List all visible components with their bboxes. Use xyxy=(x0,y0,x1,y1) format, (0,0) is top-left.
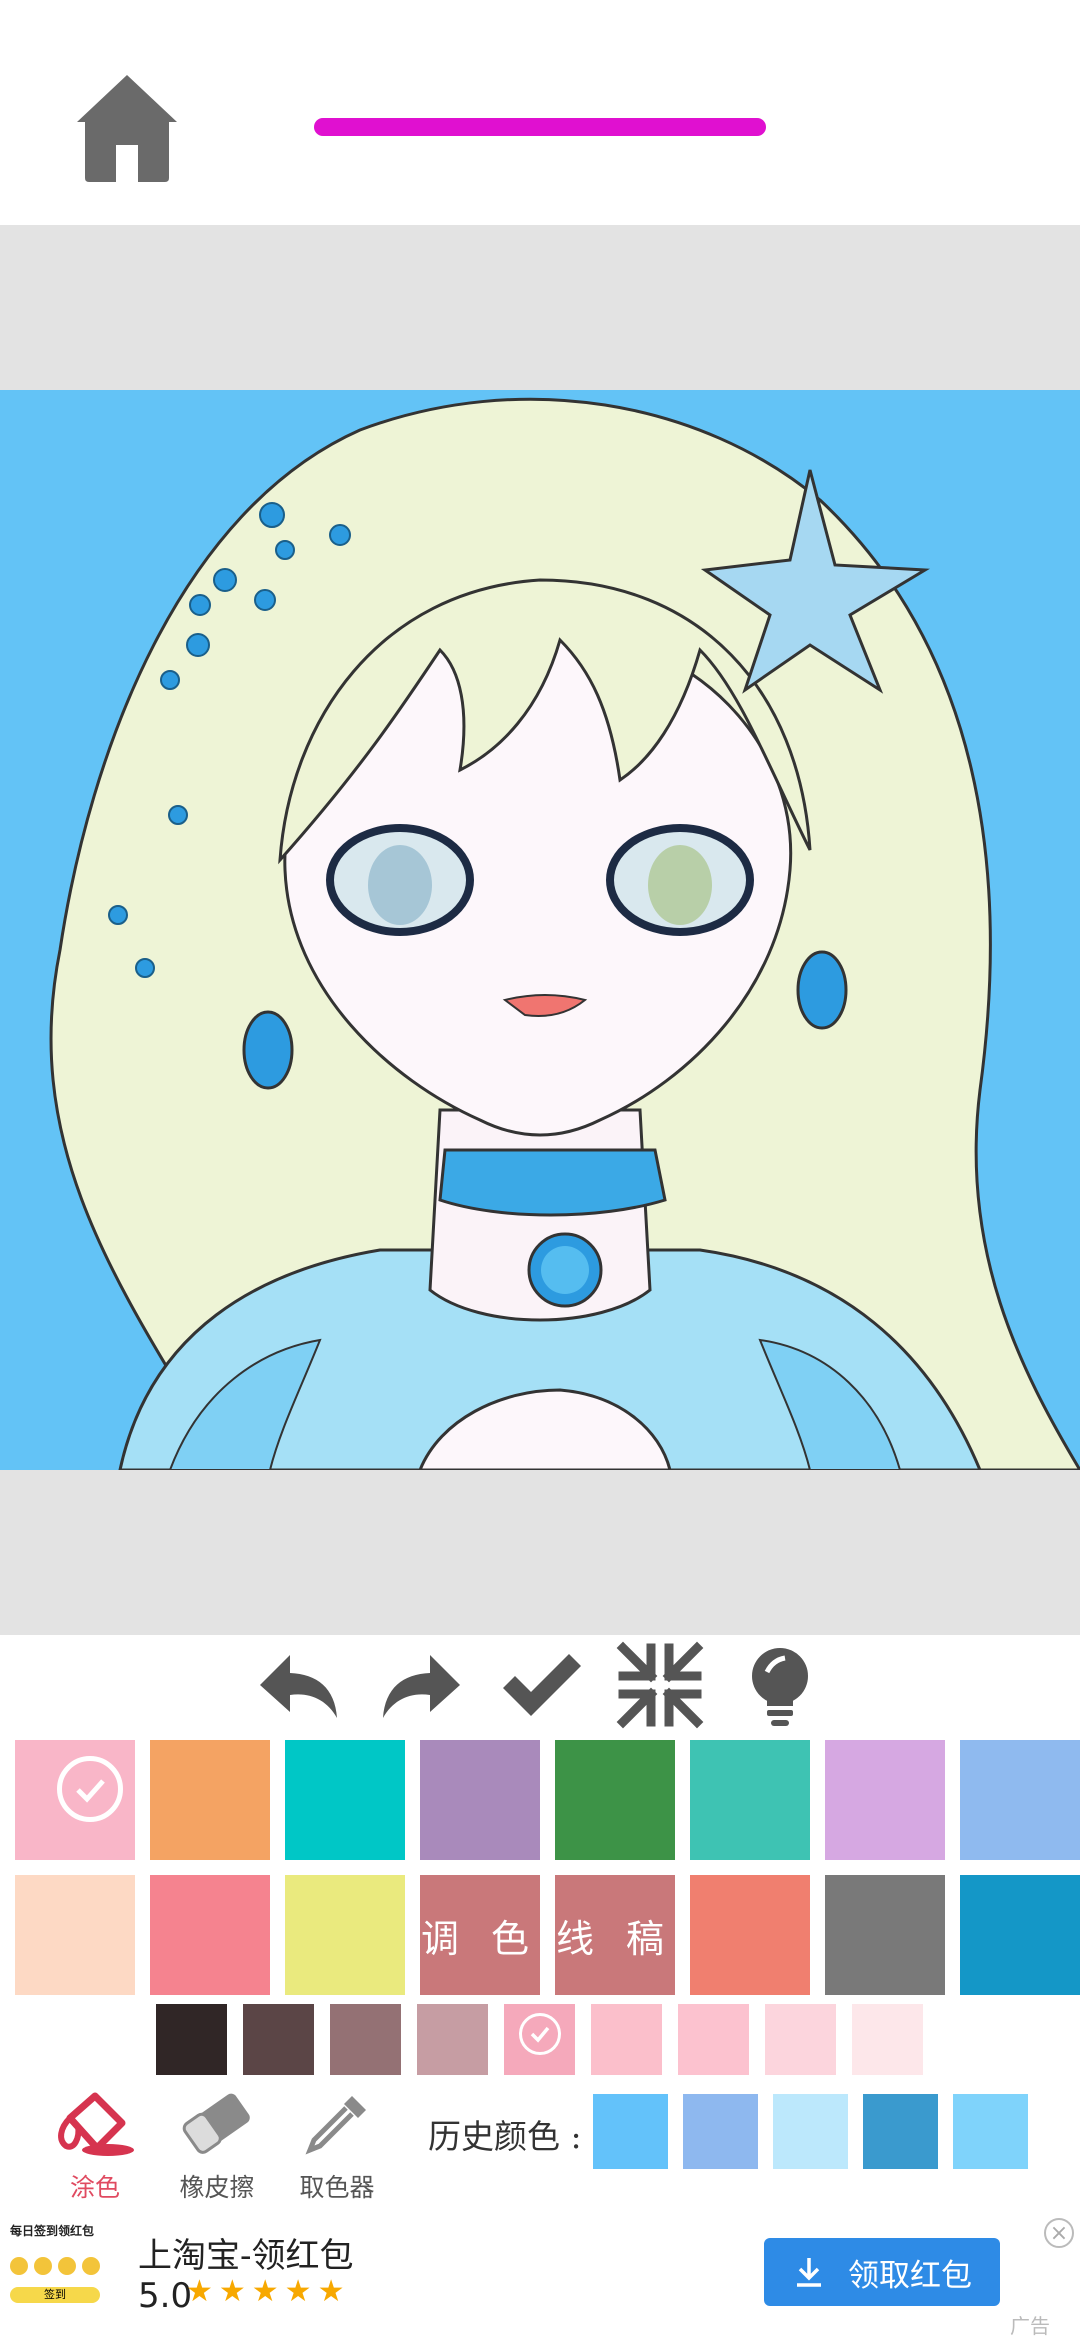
shade-swatch[interactable] xyxy=(504,2004,575,2075)
history-color-swatch[interactable] xyxy=(683,2094,758,2169)
mix-color-label: 调 色 xyxy=(420,1916,540,1961)
shade-swatch[interactable] xyxy=(156,2004,227,2075)
coin-icon xyxy=(10,2257,28,2275)
ad-cta-button[interactable]: 领取红包 xyxy=(764,2238,1000,2306)
color-swatch[interactable] xyxy=(690,1875,810,1995)
color-swatch[interactable] xyxy=(960,1740,1080,1860)
color-swatch[interactable] xyxy=(150,1740,270,1860)
shade-swatch[interactable] xyxy=(678,2004,749,2075)
eraser-tool[interactable]: 橡皮擦 xyxy=(162,2088,272,2204)
color-swatch[interactable] xyxy=(960,1875,1080,1995)
line-art-label: 线 稿 xyxy=(555,1916,675,1961)
eraser-label: 橡皮擦 xyxy=(179,2173,255,2202)
home-icon[interactable] xyxy=(72,70,182,185)
paint-bucket-tool[interactable]: 涂色 xyxy=(40,2088,150,2204)
selected-check-icon xyxy=(57,1756,123,1822)
shade-swatch[interactable] xyxy=(591,2004,662,2075)
coin-icon xyxy=(34,2257,52,2275)
ad-tag: 广告 xyxy=(1010,2314,1050,2338)
paint-bucket-icon xyxy=(58,2092,134,2156)
color-swatch[interactable] xyxy=(150,1875,270,1995)
ad-title: 上淘宝-领红包 xyxy=(138,2236,354,2276)
check-icon[interactable] xyxy=(495,1640,585,1730)
ad-rating: 5.0 xyxy=(138,2276,193,2316)
shade-swatch[interactable] xyxy=(330,2004,401,2075)
ad-cta-label: 领取红包 xyxy=(848,2257,972,2294)
color-swatch[interactable] xyxy=(15,1740,135,1860)
compress-icon[interactable] xyxy=(615,1640,705,1730)
eyedropper-tool[interactable]: 取色器 xyxy=(282,2088,392,2204)
history-color-swatch[interactable] xyxy=(773,2094,848,2169)
shade-swatch[interactable] xyxy=(417,2004,488,2075)
coin-icon xyxy=(58,2257,76,2275)
history-color-swatch[interactable] xyxy=(953,2094,1028,2169)
color-swatch[interactable] xyxy=(825,1875,945,1995)
color-swatch[interactable] xyxy=(285,1875,405,1995)
shade-swatch[interactable] xyxy=(243,2004,314,2075)
eraser-icon xyxy=(182,2093,250,2154)
selected-check-icon xyxy=(519,2013,561,2055)
eyedropper-label: 取色器 xyxy=(299,2173,375,2202)
line-art-button[interactable]: 线 稿 xyxy=(555,1875,675,1995)
coin-icon xyxy=(82,2257,100,2275)
color-swatch[interactable] xyxy=(825,1740,945,1860)
progress-fill xyxy=(314,118,766,136)
ad-close-icon[interactable]: × xyxy=(1044,2218,1074,2248)
color-swatch[interactable] xyxy=(690,1740,810,1860)
progress-bar xyxy=(314,118,766,136)
history-colors-label: 历史颜色 : xyxy=(428,2117,582,2156)
ad-thumb-title: 每日签到领红包 xyxy=(10,2224,95,2238)
shade-swatch[interactable] xyxy=(765,2004,836,2075)
coloring-artwork[interactable] xyxy=(0,390,1080,1470)
mix-color-button[interactable]: 调 色 xyxy=(420,1875,540,1995)
history-color-swatch[interactable] xyxy=(863,2094,938,2169)
paint-bucket-label: 涂色 xyxy=(69,2173,120,2202)
ad-stars: ★★★★★ xyxy=(186,2274,351,2309)
color-swatch[interactable] xyxy=(15,1875,135,1995)
ad-thumb-button: 签到 xyxy=(10,2287,100,2303)
redo-icon[interactable] xyxy=(375,1640,465,1730)
ad-thumbnail: 每日签到领红包 签到 xyxy=(10,2222,120,2322)
shade-swatch[interactable] xyxy=(852,2004,923,2075)
download-icon xyxy=(797,2258,821,2287)
history-color-swatch[interactable] xyxy=(593,2094,668,2169)
lightbulb-icon[interactable] xyxy=(735,1640,825,1730)
color-swatch[interactable] xyxy=(420,1740,540,1860)
color-swatch[interactable] xyxy=(555,1740,675,1860)
edit-toolbar xyxy=(0,1640,1080,1740)
eyedropper-icon xyxy=(305,2096,366,2155)
undo-icon[interactable] xyxy=(255,1640,345,1730)
ad-banner[interactable]: 每日签到领红包 签到 上淘宝-领红包 5.0 ★★★★★ 领取红包 xyxy=(0,2218,1080,2340)
color-swatch[interactable] xyxy=(285,1740,405,1860)
